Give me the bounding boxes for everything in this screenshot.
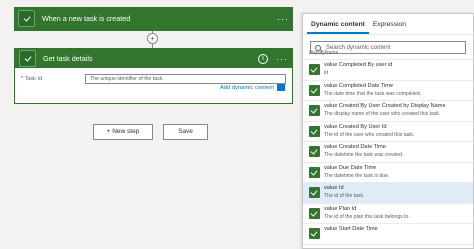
planner-icon <box>309 84 320 96</box>
planner-icon <box>309 64 320 75</box>
planner-icon <box>309 166 320 178</box>
planner-icon <box>309 187 320 198</box>
trigger-card[interactable]: When a new task is created ··· <box>14 7 293 31</box>
action-card[interactable]: Get task details i ··· * Task Id The uni… <box>14 48 293 104</box>
trigger-title: When a new task is created <box>42 14 131 23</box>
list-item[interactable]: value Start Date Time <box>303 224 473 245</box>
trigger-header[interactable]: When a new task is created ··· <box>14 7 293 30</box>
planner-icon <box>309 105 320 116</box>
list-item[interactable]: value Created By User Id The id of the u… <box>303 122 473 142</box>
list-item[interactable]: value Created By User Created by Display… <box>303 101 473 122</box>
tab-dynamic-content[interactable]: Dynamic content <box>307 14 369 34</box>
list-item[interactable]: value Due Date Time The datetime the tas… <box>303 163 473 183</box>
task-id-row: * Task Id The unique identifier of the t… <box>15 74 292 84</box>
task-id-input[interactable]: The unique identifier of the task. <box>85 74 286 84</box>
list-item-selected[interactable]: value Id The id of the task. <box>303 183 473 204</box>
list-item[interactable]: displayName <box>303 50 473 60</box>
new-step-button[interactable]: + New step <box>93 124 153 140</box>
list-item[interactable]: value Plan Id The id of the plan this ta… <box>303 204 473 224</box>
planner-icon <box>309 125 320 137</box>
list-item[interactable]: value Completed By user id id <box>303 60 473 81</box>
info-icon[interactable]: i <box>258 53 268 64</box>
dynamic-content-list: displayName value Completed By user id i… <box>303 50 473 245</box>
dynamic-content-panel: Dynamic content Expression Search dynami… <box>302 13 474 249</box>
planner-icon <box>309 228 320 239</box>
planner-icon <box>18 10 35 27</box>
trigger-menu-icon[interactable]: ··· <box>277 14 289 24</box>
dynamic-content-icon <box>277 84 285 91</box>
save-button[interactable]: Save <box>163 124 208 140</box>
planner-icon <box>19 50 36 67</box>
panel-tabs: Dynamic content Expression <box>303 14 473 35</box>
list-item[interactable]: value Completed Date Time The date time … <box>303 81 473 101</box>
action-title: Get task details <box>43 54 93 63</box>
planner-icon <box>309 207 320 219</box>
action-header[interactable]: Get task details i ··· <box>15 49 292 68</box>
planner-icon <box>309 146 320 157</box>
action-menu-icon[interactable]: ··· <box>276 54 288 64</box>
tab-expression[interactable]: Expression <box>369 14 410 34</box>
task-id-label: * Task Id <box>21 76 43 82</box>
add-dynamic-content-link[interactable]: Add dynamic content <box>220 84 285 91</box>
list-item[interactable]: value Created Date Time The datetime the… <box>303 142 473 163</box>
insert-step-icon[interactable]: + <box>147 33 158 44</box>
